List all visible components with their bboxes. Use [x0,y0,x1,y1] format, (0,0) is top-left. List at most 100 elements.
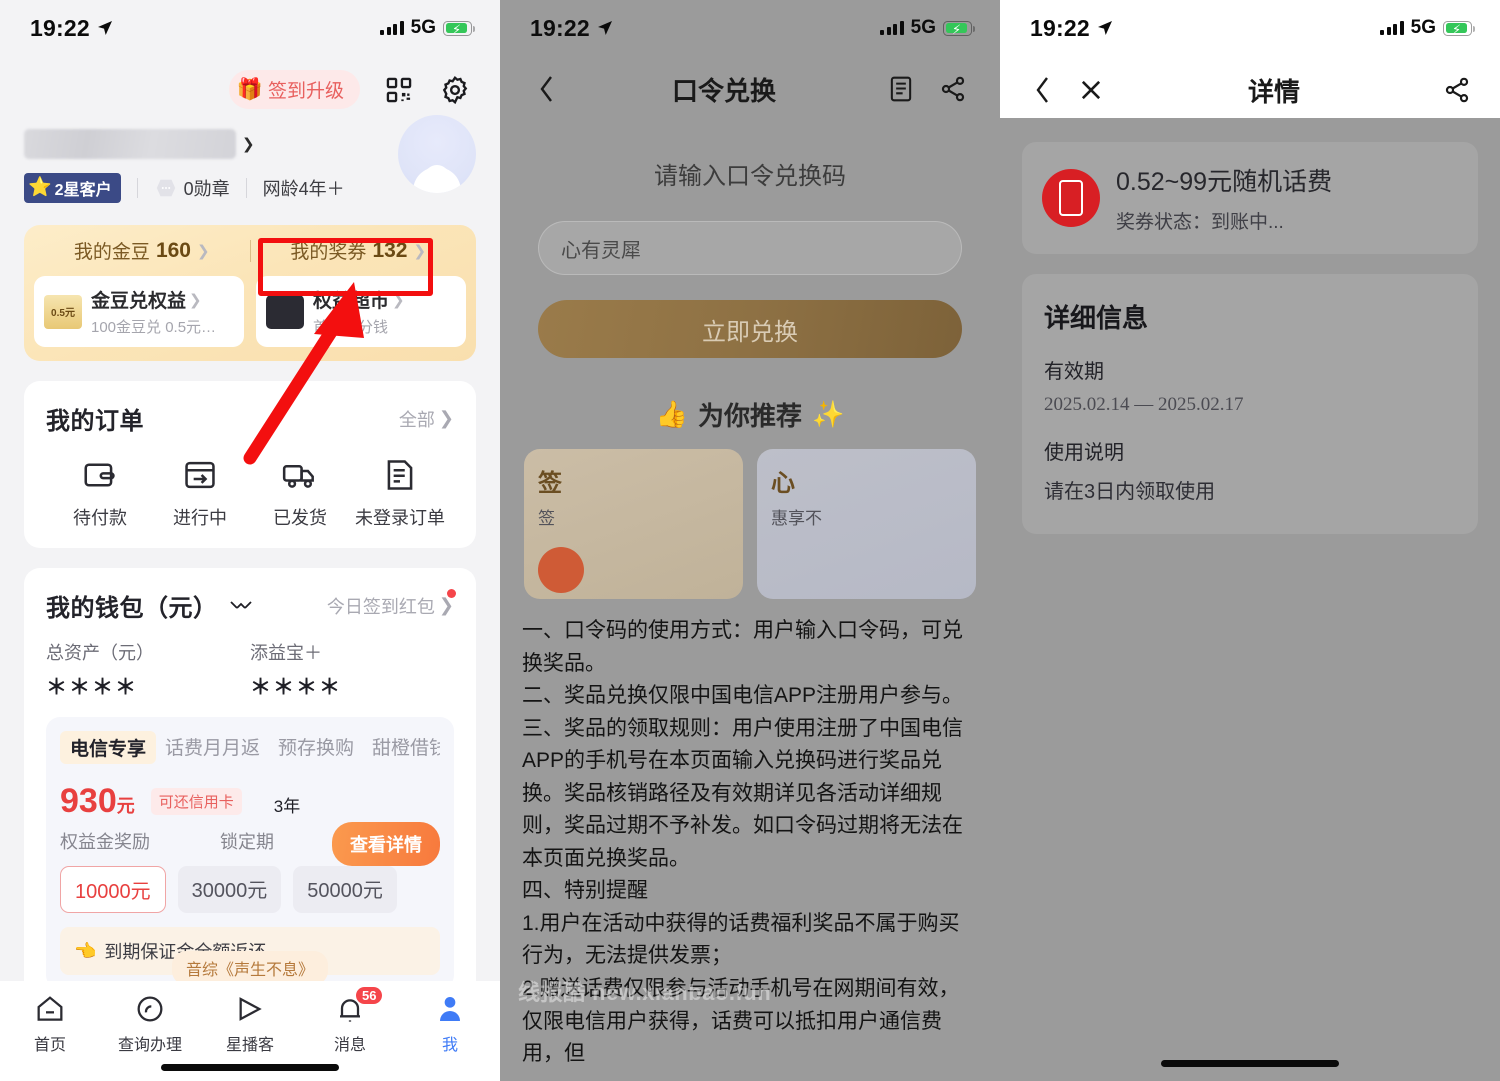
signin-upgrade-button[interactable]: 🎁 签到升级 [228,70,360,109]
reward-amount-unit: 元 [116,796,135,816]
promo-tab-label: 甜橙借钱 [372,738,440,759]
my-wallet-title: 我的钱包（元） [46,595,218,622]
tab-label: 消息 [333,1037,366,1054]
my-orders-more[interactable]: 全部 ❯ [399,406,454,432]
location-arrow-icon [1097,21,1112,35]
net-age: 网龄4年＋ [263,175,345,201]
coupon-summary-card[interactable]: 0.52~99元随机话费 奖券状态：到账中... [1022,142,1478,254]
chevron-right-icon: ❯ [242,136,255,153]
order-item-unpaid[interactable]: 待付款 [50,456,150,530]
my-orders-more-label: 全部 [398,409,435,430]
promo-tab-1[interactable]: 话费月月返 [156,731,269,762]
gift-icon: 🎁 [236,78,263,101]
status-time: 19:22 [30,14,90,41]
reward-amount-value: 930 [60,782,117,820]
play-icon [239,997,262,1021]
page-title: 详情 [1247,76,1300,107]
tab-messages[interactable]: 56 消息 [300,987,400,1055]
signin-upgrade-label: 签到升级 [267,81,344,102]
username-masked [24,129,236,159]
annotation-arrow [243,282,364,465]
deposit-options: 10000元 30000元 50000元 [60,866,440,913]
qrcode-icon[interactable] [382,73,416,107]
usage-value: 请在3日内领取使用 [1044,481,1216,503]
star-icon: ⭐ [28,177,52,198]
order-item-inprogress[interactable]: 进行中 [150,456,250,530]
share-icon[interactable] [1440,73,1474,107]
search-icon [137,996,163,1022]
tab-label: 查询办理 [117,1037,182,1054]
tab-podcast[interactable]: 星播客 [200,993,300,1055]
order-label: 未登录订单 [355,508,445,528]
account-header-actions: 🎁 签到升级 [0,56,500,109]
stat-label: 添益宝＋ [250,643,322,663]
deposit-option-0[interactable]: 10000元 [60,866,166,913]
validity-value: 2025.02.14 — 2025.02.17 [1044,394,1244,415]
order-item-guest[interactable]: 未登录订单 [350,456,450,530]
view-detail-button[interactable]: 查看详情 [332,822,440,866]
order-item-shipped[interactable]: 已发货 [250,456,350,530]
deposit-option-2[interactable]: 50000元 [293,866,397,913]
beans-exchange-sub: 100金豆兑 0.5元… [91,319,217,336]
daily-signin-redpacket[interactable]: 今日签到红包 ❯ [327,588,456,619]
my-wallet-card: 我的钱包（元） 今日签到红包 ❯ 总资产（元） ＊＊＊＊ 添益宝＋ ＊＊＊＊ 电… [24,568,476,1007]
coin-badge-label: 0.5元 [51,308,75,319]
three-panel-screenshot: 19:22 5G ⚡ 🎁 签到升级 ❯ ⭐ 2星客户 0勋章 网龄4年＋ 我的金… [0,0,1500,1081]
network-type: 5G [410,17,436,38]
lock-term: 3年 [274,788,300,818]
chevron-right-icon: ❯ [413,242,427,260]
medal-count: 0勋章 [154,175,230,201]
wallet-tianyibao: 添益宝＋ ＊＊＊＊ [250,639,454,701]
coupon-status: 奖券状态：到账中... [1116,212,1284,233]
battery-icon: ⚡ [443,20,476,37]
dialog-overlay-panel2 [500,0,1000,1081]
music-promo-pill[interactable]: 音综《声生不息》 [171,951,329,985]
coupon-title: 0.52~99元随机话费 [1116,168,1333,196]
net-age-label: 网龄4年＋ [262,179,345,199]
reward-amount: 930元 [60,784,135,818]
beans-exchange-entry[interactable]: 0.5元 金豆兑权益 ❯ 100金豆兑 0.5元… [34,276,244,347]
promo-tab-label: 预存换购 [278,738,355,759]
phone-icon [1042,169,1100,227]
tab-me[interactable]: 我 [400,993,500,1055]
medal-icon [156,179,175,197]
promo-tabs: 电信专享 话费月月返 预存换购 甜橙借钱 还信 [60,731,440,764]
home-icon [37,996,63,1021]
person-icon [440,997,460,1021]
beans-exchange-title: 金豆兑权益 [91,291,187,312]
coin-icon: 0.5元 [44,294,82,329]
home-indicator [161,1064,339,1071]
tab-home[interactable]: 首页 [0,993,100,1055]
chevron-left-icon[interactable] [1026,73,1060,107]
close-icon[interactable] [1074,73,1108,107]
my-beans-value: 160 [155,238,191,262]
promo-tab-2[interactable]: 预存换购 [269,731,363,762]
battery-icon: ⚡ [1443,20,1476,37]
stat-value: ＊＊＊＊ [250,676,342,699]
hand-point-icon: 👈 [74,940,97,961]
star-level-label: 2星客户 [54,182,112,199]
gear-icon[interactable] [438,73,472,107]
deposit-option-1[interactable]: 30000元 [177,866,282,913]
chevron-right-icon: ❯ [438,595,454,615]
eye-closed-icon[interactable] [228,599,254,613]
tab-search[interactable]: 查询办理 [100,993,200,1055]
credit-card-tag: 可还信用卡 [150,788,242,815]
promo-tab-0[interactable]: 电信专享 [60,731,157,764]
location-arrow-icon [97,21,112,35]
signal-bars-icon [1380,21,1404,35]
my-coupons-label: 我的奖券 [290,242,367,263]
chevron-right-icon: ❯ [438,408,454,428]
my-beans-entry[interactable]: 我的金豆 160 ❯ [34,237,250,264]
my-coupons-entry[interactable]: 我的奖券 132 ❯ [251,237,467,264]
navbar-panel3: 详情 [1000,56,1500,118]
home-indicator [1161,1060,1339,1067]
promo-tab-3[interactable]: 甜橙借钱 [363,731,440,762]
avatar[interactable] [398,115,476,193]
status-bar-panel1: 19:22 5G ⚡ [0,0,500,56]
order-label: 进行中 [173,508,227,528]
signal-bars-icon [380,21,404,35]
my-beans-label: 我的金豆 [73,242,150,263]
stat-value: ＊＊＊＊ [46,676,138,699]
validity-label: 有效期 [1044,361,1104,383]
